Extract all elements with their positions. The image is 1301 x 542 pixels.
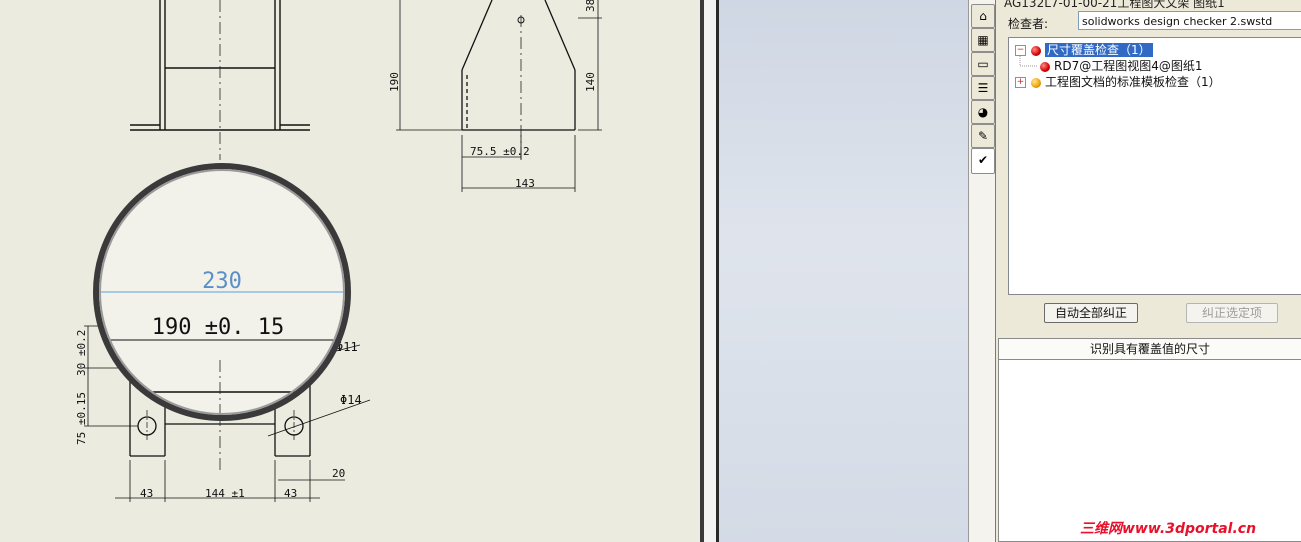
properties-icon[interactable]: ☰ [971, 76, 995, 100]
tree-item-template-check[interactable]: + 工程图文档的标准模板检查（1） [1015, 74, 1221, 90]
tree-item-dimension-override[interactable]: − 尺寸覆盖检查（1） [1015, 42, 1153, 58]
red-status-icon [1031, 45, 1041, 56]
drawing-canvas: 190 140 38 75.5 ±0.2 143 30 ±0.2 75 ±0.1… [75, 0, 602, 502]
design-checker-panel: AG132L7-01-00-21工程图大文架 图纸1 检查者: solidwor… [995, 0, 1301, 542]
dim-190-side[interactable]: 190 [388, 72, 401, 92]
panel-title: AG132L7-01-00-21工程图大文架 图纸1 [1004, 0, 1225, 10]
fix-selected-button[interactable]: 纠正选定项 [1186, 303, 1278, 323]
dim-43-left[interactable]: 43 [140, 487, 153, 500]
dim-75[interactable]: 75 ±0.15 [75, 392, 88, 445]
dim-143[interactable]: 143 [515, 177, 535, 190]
dim-144[interactable]: 144 ±1 [205, 487, 245, 500]
fix-all-button[interactable]: 自动全部纠正 [1044, 303, 1138, 323]
dim-43-right[interactable]: 43 [284, 487, 297, 500]
dim-20[interactable]: 20 [332, 467, 345, 480]
watermark: 三维网www.3dportal.cn [1080, 521, 1257, 537]
expand-icon[interactable]: + [1015, 77, 1026, 88]
task-pane-tabs: ⌂ ▦ ▭ ☰ ◕ ✎ ✔ [968, 0, 996, 542]
red-status-icon [1040, 61, 1050, 72]
checker-label: 检查者: [1008, 17, 1049, 31]
check-results-tree[interactable]: − 尺寸覆盖检查（1） RD7@工程图视图4@图纸1 + 工程图文档的标准模板检查（… [1008, 37, 1301, 295]
dim-phi14[interactable]: Φ14 [340, 393, 362, 407]
dim-38[interactable]: 38 [584, 0, 597, 12]
section-header: 识别具有覆盖值的尺寸 [998, 338, 1301, 360]
design-checker-icon[interactable]: ✔ [971, 148, 995, 174]
home-icon[interactable]: ⌂ [971, 4, 995, 28]
tree-item-rd7[interactable]: RD7@工程图视图4@图纸1 [1035, 58, 1202, 74]
collapse-icon[interactable]: − [1015, 45, 1026, 56]
dim-140[interactable]: 140 [584, 72, 597, 92]
dim-30[interactable]: 30 ±0.2 [75, 330, 88, 376]
folder-icon[interactable]: ▭ [971, 52, 995, 76]
edit-icon[interactable]: ✎ [971, 124, 995, 148]
drawing-sheet[interactable]: 190 140 38 75.5 ±0.2 143 30 ±0.2 75 ±0.1… [0, 0, 700, 542]
checker-select[interactable]: solidworks design checker 2.swstd [1078, 11, 1301, 30]
chart-icon[interactable]: ▦ [971, 28, 995, 52]
zoom-dim-190[interactable]: 190 ±0. 15 [152, 315, 284, 340]
zoom-dim-230[interactable]: 230 [202, 269, 242, 294]
dim-75-5[interactable]: 75.5 ±0.2 [470, 145, 530, 158]
yellow-status-icon [1031, 77, 1041, 88]
appearance-icon[interactable]: ◕ [971, 100, 995, 124]
section-body [998, 360, 1301, 542]
graphics-area[interactable] [719, 0, 970, 542]
